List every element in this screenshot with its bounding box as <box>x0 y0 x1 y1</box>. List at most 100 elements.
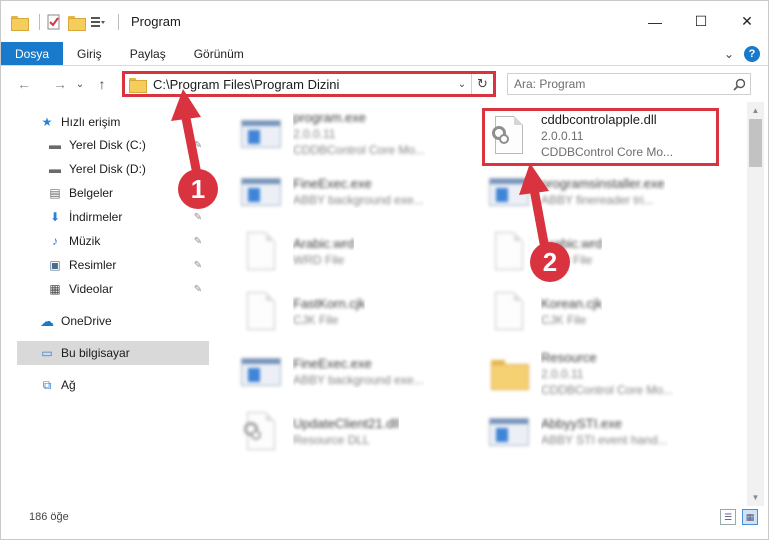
address-bar[interactable]: C:\Program Files\Program Dizini ⌄ ↻ <box>122 71 496 97</box>
search-input[interactable]: Ara: Program <box>514 77 728 91</box>
forward-button[interactable]: → <box>49 73 71 95</box>
file-version: 2.0.0.11 <box>293 127 336 141</box>
close-button[interactable]: ✕ <box>724 1 768 42</box>
navigation-pane: ★ Hızlı erişim ▬ Yerel Disk (C:) ✎ ▬ Yer… <box>1 102 213 506</box>
scroll-down-arrow[interactable]: ▼ <box>747 489 764 506</box>
file-name: program.exe <box>293 110 366 125</box>
status-bar: 186 öğe ☰ ▦ <box>1 506 768 528</box>
sidebar-item-local-disk-d[interactable]: ▬ Yerel Disk (D:) ✎ <box>47 157 209 181</box>
file-item[interactable]: AbbyySTI.exe ABBY STI event hand... <box>485 404 725 460</box>
sidebar-item-label: Videolar <box>69 282 113 296</box>
sidebar-item-this-pc[interactable]: ▭ Bu bilgisayar <box>17 341 209 365</box>
pin-icon[interactable]: ✎ <box>191 284 205 295</box>
application-icon <box>485 168 533 216</box>
ribbon-tabs: Dosya Giriş Paylaş Görünüm ⌄ ? <box>1 42 768 66</box>
file-item[interactable]: UpdateClient21.dll Resource DLL <box>237 404 477 460</box>
file-item[interactable]: Resource 2.0.0.11 CDDBControl Core Mo... <box>485 346 725 402</box>
refresh-button[interactable]: ↻ <box>471 74 493 94</box>
sidebar-item-network[interactable]: ⧉ Ağ <box>39 373 209 397</box>
application-icon <box>237 168 285 216</box>
music-icon: ♪ <box>52 234 58 248</box>
details-view-button[interactable]: ☰ <box>720 509 736 525</box>
tab-file[interactable]: Dosya <box>1 42 64 65</box>
pin-icon[interactable]: ✎ <box>191 140 205 151</box>
drive-icon: ▬ <box>49 162 61 176</box>
sidebar-item-music[interactable]: ♪ Müzik ✎ <box>47 229 209 253</box>
sidebar-item-videos[interactable]: ▦ Videolar ✎ <box>47 277 209 301</box>
toolbar-divider <box>39 13 40 30</box>
file-type: WRD File <box>541 253 593 267</box>
back-button[interactable]: ← <box>13 73 35 95</box>
file-item[interactable]: program.exe 2.0.0.11 CDDBControl Core Mo..… <box>237 106 477 162</box>
tab-share[interactable]: Paylaş <box>116 42 180 65</box>
tab-home[interactable]: Giriş <box>63 42 116 65</box>
help-icon[interactable]: ? <box>744 46 760 62</box>
file-name: FineExec.exe <box>293 176 372 191</box>
address-path[interactable]: C:\Program Files\Program Dizini <box>153 77 453 92</box>
application-icon <box>237 348 285 396</box>
file-item[interactable]: Arabic.wrd WRD File <box>237 224 477 280</box>
maximize-button[interactable]: ☐ <box>678 1 724 42</box>
file-item[interactable]: FineExec.exe ABBY background exe... <box>237 344 477 400</box>
file-description: CDDBControl Core Mo... <box>541 145 674 159</box>
recent-locations-button[interactable]: ⌄ <box>73 73 87 95</box>
dll-gear-icon <box>485 112 533 160</box>
file-item[interactable]: Korean.cjk CJK File <box>485 284 725 340</box>
file-list: program.exe 2.0.0.11 CDDBControl Core Mo..… <box>213 102 747 506</box>
search-box[interactable]: Ara: Program <box>507 73 751 95</box>
download-icon: ⬇ <box>49 210 61 224</box>
file-name: Arabic.wrd <box>541 236 603 251</box>
sidebar-item-quick-access[interactable]: ★ Hızlı erişim <box>39 110 209 134</box>
file-item[interactable]: FastKorn.cjk CJK File <box>237 284 477 340</box>
file-type: CJK File <box>293 313 339 327</box>
file-item-cddbcontrolapple[interactable]: cddbcontrolapple.dll 2.0.0.11 CDDBControl … <box>485 108 725 164</box>
file-description: ABBY STI event hand... <box>541 433 668 447</box>
sidebar-item-pictures[interactable]: ▣ Resimler ✎ <box>47 253 209 277</box>
file-name: UpdateClient21.dll <box>293 416 400 431</box>
sidebar-item-label: Resimler <box>69 258 117 272</box>
pin-icon[interactable]: ✎ <box>191 212 205 223</box>
dll-gear-icon <box>237 408 285 456</box>
address-dropdown-button[interactable]: ⌄ <box>453 79 471 90</box>
minimize-button[interactable]: — <box>632 1 678 42</box>
file-item[interactable]: FineExec.exe ABBY background exe... <box>237 164 477 220</box>
file-description: ABBY finereader tri... <box>541 193 654 207</box>
scroll-thumb[interactable] <box>749 119 762 167</box>
expand-ribbon-button[interactable]: ⌄ <box>724 47 734 61</box>
file-type: Resource DLL <box>293 433 370 447</box>
new-folder-icon[interactable] <box>68 14 86 31</box>
scroll-up-arrow[interactable]: ▲ <box>747 102 764 119</box>
pin-icon[interactable]: ✎ <box>191 236 205 247</box>
pin-icon[interactable]: ✎ <box>191 164 205 175</box>
file-type: WRD File <box>293 253 345 267</box>
file-item[interactable]: Arabic.wrd WRD File <box>485 224 725 280</box>
vertical-scrollbar[interactable]: ▲ ▼ <box>747 102 764 506</box>
tab-view[interactable]: Görünüm <box>180 42 258 65</box>
file-description: CDDBControl Core Mo... <box>293 143 426 157</box>
view-toggle: ☰ ▦ <box>720 509 758 525</box>
search-icon[interactable] <box>728 78 750 91</box>
sidebar-item-downloads[interactable]: ⬇ İndirmeler ✎ <box>47 205 209 229</box>
sidebar-item-local-disk-c[interactable]: ▬ Yerel Disk (C:) ✎ <box>47 133 209 157</box>
sidebar-item-label: Ağ <box>61 378 76 392</box>
document-icon <box>237 228 285 276</box>
title-bar: Program — ☐ ✕ <box>1 1 768 42</box>
toolbar-divider <box>118 13 119 30</box>
up-button[interactable]: ↑ <box>91 73 113 95</box>
customize-toolbar-icon[interactable] <box>90 14 106 30</box>
tiles-view-button[interactable]: ▦ <box>742 509 758 525</box>
properties-check-icon[interactable] <box>46 14 62 30</box>
sidebar-item-label: Müzik <box>69 234 101 248</box>
pin-icon[interactable]: ✎ <box>191 188 205 199</box>
quick-access-toolbar: Program <box>1 1 181 42</box>
pin-icon[interactable]: ✎ <box>191 260 205 271</box>
videos-icon: ▦ <box>49 282 61 296</box>
folder-icon <box>485 350 533 398</box>
cloud-icon: ☁ <box>40 312 54 329</box>
window-controls: — ☐ ✕ <box>632 1 768 42</box>
sidebar-item-onedrive[interactable]: ☁ OneDrive <box>39 309 209 333</box>
file-item[interactable]: programsinstaller.exe ABBY finereader tri… <box>485 164 725 220</box>
file-version: 2.0.0.11 <box>541 367 584 381</box>
sidebar-item-documents[interactable]: ▤ Belgeler ✎ <box>47 181 209 205</box>
document-icon <box>485 288 533 336</box>
